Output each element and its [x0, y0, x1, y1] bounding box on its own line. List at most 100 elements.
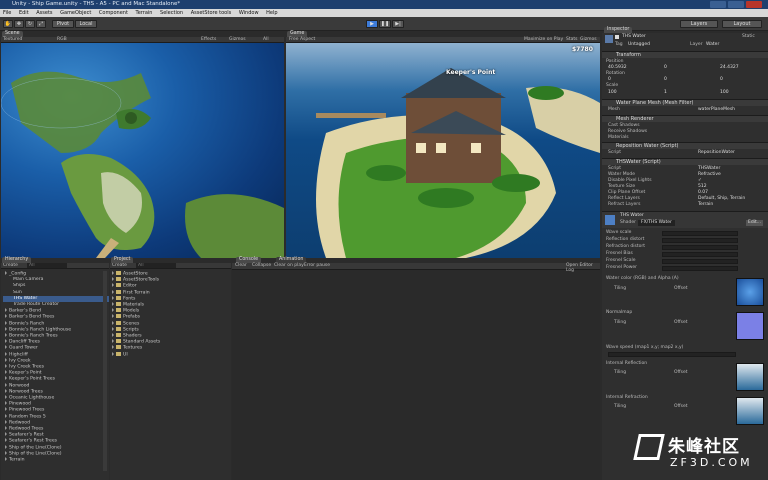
internal-refraction-texture[interactable]: [736, 397, 764, 425]
maximize-on-play-toggle[interactable]: Maximize on Play: [524, 37, 563, 42]
project-folder[interactable]: Models: [110, 308, 231, 314]
layer-dropdown[interactable]: Water: [706, 42, 719, 48]
project-folder[interactable]: AssetStore: [110, 271, 231, 277]
thswater-header[interactable]: THSWater (Script): [602, 158, 768, 165]
local-toggle[interactable]: Local: [75, 20, 97, 28]
mesh-filter-header[interactable]: Water Plane Mesh (Mesh Filter): [602, 99, 768, 106]
scene-gizmos-dropdown[interactable]: Gizmos: [229, 37, 246, 42]
expand-arrow-icon[interactable]: [112, 302, 114, 306]
expand-arrow-icon[interactable]: [5, 407, 7, 412]
mesh-renderer-header[interactable]: Mesh Renderer: [602, 115, 768, 122]
hierarchy-item[interactable]: Redwood Trees: [3, 426, 109, 432]
game-view[interactable]: Keeper's Point $7780: [286, 43, 600, 258]
expand-arrow-icon[interactable]: [5, 320, 7, 325]
menu-assetstore-tools[interactable]: AssetStore tools: [191, 10, 232, 16]
expand-arrow-icon[interactable]: [5, 370, 7, 375]
project-folder[interactable]: Prefabs: [110, 314, 231, 320]
normalmap-texture[interactable]: [736, 312, 764, 340]
scale-z-field[interactable]: 100: [720, 90, 729, 96]
expand-arrow-icon[interactable]: [112, 339, 114, 344]
hand-tool-icon[interactable]: ✋: [3, 20, 13, 28]
console-clear-on-play-button[interactable]: Clear on play: [274, 263, 304, 268]
scale-y-field[interactable]: 1: [664, 90, 667, 96]
water-color-texture[interactable]: [736, 278, 764, 306]
project-folder[interactable]: Scripts: [110, 326, 231, 333]
hierarchy-scrollbar[interactable]: [103, 271, 107, 471]
expand-arrow-icon[interactable]: [5, 457, 7, 461]
layout-dropdown[interactable]: Layout: [722, 20, 762, 28]
menu-edit[interactable]: Edit: [19, 10, 29, 16]
expand-arrow-icon[interactable]: [5, 388, 7, 393]
hierarchy-item[interactable]: Norwood Trees: [3, 388, 109, 395]
scene-view[interactable]: [1, 43, 284, 258]
expand-arrow-icon[interactable]: [5, 376, 7, 381]
menu-file[interactable]: File: [3, 10, 11, 16]
console-error-pause-button[interactable]: Error pause: [304, 263, 330, 268]
expand-arrow-icon[interactable]: [5, 401, 7, 406]
hierarchy-search-input[interactable]: All: [27, 263, 67, 268]
hierarchy-item[interactable]: Barker's Bend: [3, 308, 109, 314]
object-name-field[interactable]: THS Water: [622, 34, 646, 40]
fresnel-bias-slider[interactable]: [662, 252, 738, 257]
expand-arrow-icon[interactable]: [5, 382, 7, 387]
wave-speed-field[interactable]: [608, 352, 736, 357]
position-z-field[interactable]: 24.4327: [720, 65, 739, 71]
hierarchy-item[interactable]: Dancliff Trees: [3, 339, 109, 345]
hierarchy-item[interactable]: Ship of the Line(Clone): [3, 450, 109, 457]
rotate-tool-icon[interactable]: ↻: [25, 20, 35, 28]
hierarchy-item[interactable]: Keeper's Point: [3, 370, 109, 376]
project-folder[interactable]: Scenes: [110, 320, 231, 327]
reflection-distort-slider[interactable]: [662, 238, 738, 243]
hierarchy-item[interactable]: Trade Route Creator: [3, 302, 109, 308]
aspect-dropdown[interactable]: Free Aspect: [289, 37, 315, 42]
render-mode-dropdown[interactable]: RGB: [57, 37, 67, 42]
expand-arrow-icon[interactable]: [112, 277, 114, 282]
menu-component[interactable]: Component: [99, 10, 128, 16]
menu-help[interactable]: Help: [266, 10, 277, 16]
project-folder[interactable]: First Terrain: [110, 289, 231, 296]
project-folder[interactable]: Textures: [110, 345, 231, 351]
expand-arrow-icon[interactable]: [5, 271, 7, 275]
project-search-input[interactable]: All: [136, 263, 176, 268]
expand-arrow-icon[interactable]: [112, 345, 114, 350]
project-folder[interactable]: Fonts: [110, 295, 231, 302]
expand-arrow-icon[interactable]: [5, 426, 7, 430]
effects-dropdown[interactable]: Effects: [201, 37, 216, 42]
fresnel-power-slider[interactable]: [662, 266, 738, 271]
menu-terrain[interactable]: Terrain: [136, 10, 153, 16]
play-icon[interactable]: ▶: [366, 20, 378, 28]
expand-arrow-icon[interactable]: [5, 351, 7, 356]
hierarchy-item[interactable]: Terrain: [3, 457, 109, 463]
refraction-distort-slider[interactable]: [662, 245, 738, 250]
tag-dropdown[interactable]: Untagged: [628, 42, 650, 48]
expand-arrow-icon[interactable]: [112, 351, 114, 356]
hierarchy-item[interactable]: Bonnie's Ranch: [3, 320, 109, 327]
hierarchy-item[interactable]: Seafarer's Rest: [3, 432, 109, 438]
reposition-script-field[interactable]: RepositionWater: [698, 150, 735, 156]
expand-arrow-icon[interactable]: [5, 413, 7, 418]
thswater-field-value[interactable]: Terrain: [698, 202, 713, 208]
hierarchy-item[interactable]: Random Trees 5: [3, 413, 109, 420]
material-header[interactable]: THS Water Shader FX/THS Water Edit...: [602, 211, 768, 228]
hierarchy-item[interactable]: _Config: [3, 271, 109, 277]
project-folder[interactable]: Materials: [110, 302, 231, 308]
rotation-y-field[interactable]: 0: [664, 77, 667, 83]
wave-scale-slider[interactable]: [662, 231, 738, 236]
internal-reflection-texture[interactable]: [736, 363, 764, 391]
scene-search[interactable]: All: [263, 37, 269, 42]
move-tool-icon[interactable]: ✥: [14, 20, 24, 28]
step-icon[interactable]: ▶|: [392, 20, 404, 28]
expand-arrow-icon[interactable]: [5, 333, 7, 337]
scale-x-field[interactable]: 100: [608, 90, 617, 96]
minimize-button[interactable]: [710, 1, 726, 8]
edit-shader-button[interactable]: Edit...: [746, 220, 764, 226]
hierarchy-item[interactable]: Pinewood: [3, 401, 109, 407]
hierarchy-item-selected[interactable]: THS Water: [3, 295, 109, 302]
expand-arrow-icon[interactable]: [112, 320, 114, 325]
project-folder[interactable]: AssetStoreTools: [110, 277, 231, 283]
console-clear-button[interactable]: Clear: [235, 263, 247, 268]
expand-arrow-icon[interactable]: [5, 345, 7, 350]
rotation-z-field[interactable]: 0: [720, 77, 723, 83]
pivot-toggle[interactable]: Pivot: [52, 20, 74, 28]
hierarchy-item[interactable]: Barker's Bend Trees: [3, 314, 109, 320]
